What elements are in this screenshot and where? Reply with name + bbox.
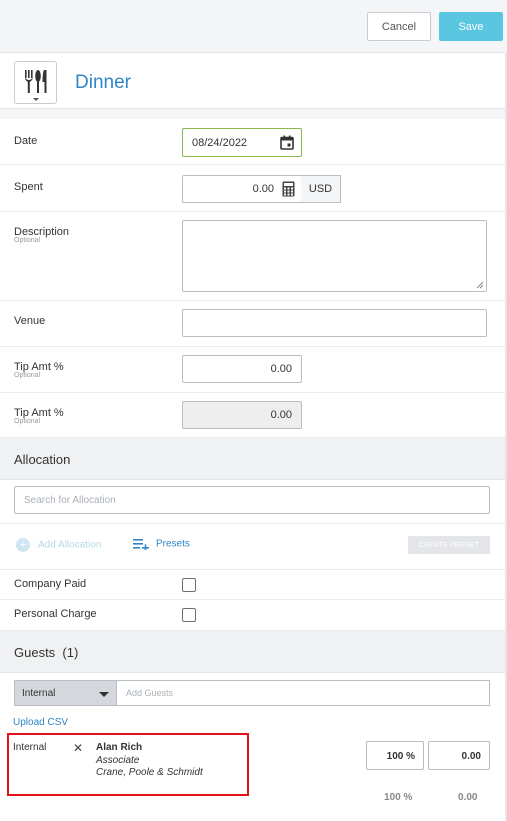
guests-section-header: Guests (1) <box>0 631 507 673</box>
guests-total-percent: 100 % <box>384 792 413 803</box>
category-picker[interactable] <box>14 61 57 104</box>
venue-label: Venue <box>14 315 46 327</box>
add-allocation-button[interactable]: + Add Allocation <box>16 538 101 552</box>
date-input[interactable]: 08/24/2022 <box>182 128 302 157</box>
company-paid-label: Company Paid <box>14 578 87 590</box>
currency-selector[interactable]: USD <box>301 175 341 203</box>
upload-csv-link[interactable]: Upload CSV <box>13 717 68 728</box>
description-textarea[interactable] <box>182 220 487 292</box>
allocation-search-placeholder: Search for Allocation <box>24 495 116 506</box>
date-value: 08/24/2022 <box>192 136 248 149</box>
calendar-icon[interactable] <box>280 135 294 150</box>
create-preset-button[interactable]: CREATE PRESET <box>408 536 490 554</box>
guests-total-amount: 0.00 <box>458 792 478 803</box>
calculator-icon[interactable] <box>282 181 295 197</box>
description-optional: Optional <box>14 237 41 244</box>
guests-count: (1) <box>62 645 79 660</box>
date-label: Date <box>14 135 38 147</box>
guest-percent-value: 100 % <box>386 751 415 762</box>
guest-amount-value: 0.00 <box>461 751 481 762</box>
personal-charge-label: Personal Charge <box>14 608 97 620</box>
spent-value: 0.00 <box>252 183 274 195</box>
guest-amount-input[interactable]: 0.00 <box>428 741 490 770</box>
expense-title: Dinner <box>75 72 131 93</box>
caret-down-icon <box>99 692 109 697</box>
tip-amount-optional-2: Optional <box>14 418 41 425</box>
save-button[interactable]: Save <box>439 12 503 41</box>
guests-heading: Guests (1) <box>14 645 78 660</box>
top-toolbar: Cancel Save <box>0 0 507 53</box>
fork-knife-spoon-icon <box>25 70 47 93</box>
presets-button[interactable]: Presets <box>133 538 190 552</box>
chevron-down-icon <box>33 98 39 101</box>
resize-handle-icon[interactable] <box>476 281 484 289</box>
spent-label: Spent <box>14 181 43 193</box>
tip-amount-readonly-value: 0.00 <box>270 409 292 421</box>
venue-input[interactable] <box>182 309 487 337</box>
list-add-icon <box>133 539 149 552</box>
guest-percent-input[interactable]: 100 % <box>366 741 424 770</box>
highlight-box <box>7 733 249 796</box>
guests-heading-label: Guests <box>14 645 56 660</box>
spent-input[interactable]: 0.00 <box>182 175 302 203</box>
tip-amount-value: 0.00 <box>270 363 292 375</box>
tip-amount-readonly: 0.00 <box>182 401 302 429</box>
guest-type-value: Internal <box>22 688 56 699</box>
add-guests-input[interactable]: Add Guests <box>116 680 490 706</box>
allocation-search-input[interactable]: Search for Allocation <box>14 486 490 514</box>
company-paid-checkbox[interactable] <box>182 578 196 592</box>
tip-amount-input[interactable]: 0.00 <box>182 355 302 383</box>
presets-label: Presets <box>156 538 190 550</box>
add-guests-placeholder: Add Guests <box>126 688 174 698</box>
personal-charge-checkbox[interactable] <box>182 608 196 622</box>
allocation-heading: Allocation <box>14 452 71 467</box>
cancel-button[interactable]: Cancel <box>367 12 431 41</box>
allocation-section-header: Allocation <box>0 438 507 480</box>
guest-type-select[interactable]: Internal <box>14 680 116 706</box>
add-allocation-label: Add Allocation <box>38 539 102 551</box>
tip-amount-optional: Optional <box>14 372 41 379</box>
plus-circle-icon: + <box>16 538 30 552</box>
section-divider <box>0 109 507 119</box>
